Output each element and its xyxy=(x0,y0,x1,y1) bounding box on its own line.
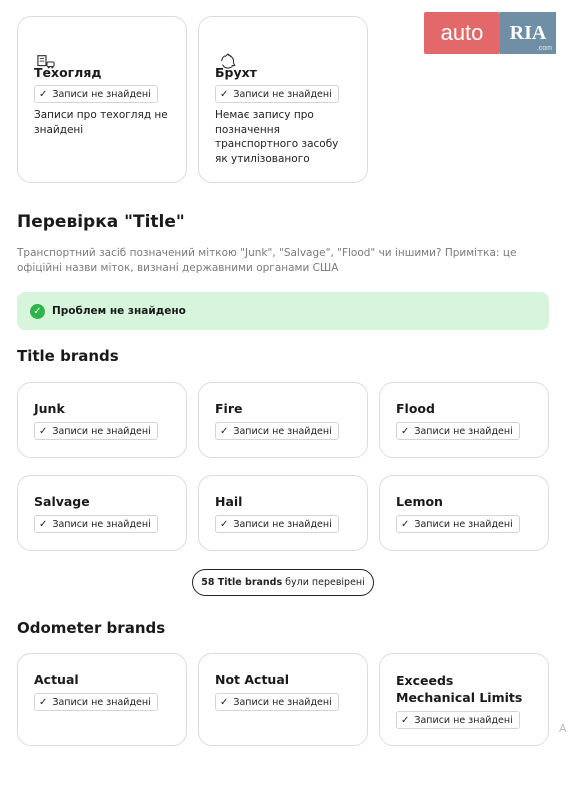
status-badge: ✓ Записи не знайдені xyxy=(215,85,339,103)
check-icon: ✓ xyxy=(220,518,229,530)
check-icon: ✓ xyxy=(401,425,410,437)
logo-ria-text: RIA xyxy=(509,21,547,44)
card-title: Junk xyxy=(34,401,65,416)
check-circle-icon: ✓ xyxy=(30,303,45,319)
status-badge: ✓ Записи не знайдені xyxy=(34,422,158,440)
badge-label: Записи не знайдені xyxy=(414,714,513,726)
status-badge: ✓ Записи не знайдені xyxy=(34,693,158,711)
check-icon: ✓ xyxy=(401,518,410,530)
status-badge: ✓ Записи не знайдені xyxy=(396,515,520,533)
check-icon: ✓ xyxy=(401,714,410,726)
card-description: Записи про техогляд не знайдені xyxy=(34,109,168,136)
inspection-card: Техогляд ✓ Записи не знайдені Записи про… xyxy=(17,16,187,183)
card-title: Not Actual xyxy=(215,672,290,687)
check-icon: ✓ xyxy=(39,518,48,530)
autoria-logo[interactable]: auto RIA .com xyxy=(424,12,556,54)
badge-label: Записи не знайдені xyxy=(52,518,151,530)
card-title: Actual xyxy=(34,672,79,687)
badge-label: Записи не знайдені xyxy=(52,425,151,437)
check-icon: ✓ xyxy=(39,88,48,100)
card-title: Hail xyxy=(215,494,243,509)
card-description: Немає запису про позначення транспортног… xyxy=(215,109,339,165)
scrap-card: Брухт ✓ Записи не знайдені Немає запису … xyxy=(198,16,368,183)
brand-card: Junk ✓ Записи не знайдені xyxy=(17,382,187,458)
status-badge: ✓ Записи не знайдені xyxy=(215,422,339,440)
status-badge: ✓ Записи не знайдені xyxy=(396,422,520,440)
brand-card: Fire ✓ Записи не знайдені xyxy=(198,382,368,458)
title-brands-heading: Title brands xyxy=(17,347,119,365)
status-badge: ✓ Записи не знайдені xyxy=(396,711,520,729)
badge-label: Записи не знайдені xyxy=(52,696,151,708)
brands-checked-button[interactable]: 58 Title brands були перевірені xyxy=(192,569,374,596)
check-icon: ✓ xyxy=(39,425,48,437)
alert-text: Проблем не знайдено xyxy=(52,305,186,317)
badge-label: Записи не знайдені xyxy=(233,518,332,530)
status-badge: ✓ Записи не знайдені xyxy=(215,693,339,711)
brands-checked-label: були перевірені xyxy=(285,577,365,588)
card-title: Salvage xyxy=(34,494,90,509)
brands-count: 58 Title brands xyxy=(201,577,283,588)
card-title: Lemon xyxy=(396,494,443,509)
brand-card: Lemon ✓ Записи не знайдені xyxy=(379,475,549,551)
brand-card: Salvage ✓ Записи не знайдені xyxy=(17,475,187,551)
badge-label: Записи не знайдені xyxy=(233,696,332,708)
check-icon: ✓ xyxy=(220,696,229,708)
badge-label: Записи не знайдені xyxy=(414,425,513,437)
brand-card: Flood ✓ Записи не знайдені xyxy=(379,382,549,458)
logo-auto-part: auto xyxy=(424,12,500,54)
status-badge: ✓ Записи не знайдені xyxy=(34,515,158,533)
odometer-card: Exceeds Mechanical Limits ✓ Записи не зна… xyxy=(379,653,549,746)
card-title: Техогляд xyxy=(34,65,102,80)
odometer-brands-heading: Odometer brands xyxy=(17,619,166,637)
edge-fragment: A xyxy=(559,722,567,735)
section-title: Перевірка "Title" xyxy=(17,212,185,232)
check-icon: ✓ xyxy=(220,425,229,437)
card-title: Exceeds Mechanical Limits xyxy=(396,673,523,705)
status-badge: ✓ Записи не знайдені xyxy=(34,85,158,103)
success-alert: ✓ Проблем не знайдено xyxy=(17,292,549,330)
badge-label: Записи не знайдені xyxy=(414,518,513,530)
status-badge: ✓ Записи не знайдені xyxy=(215,515,339,533)
card-title: Fire xyxy=(215,401,243,416)
check-icon: ✓ xyxy=(39,696,48,708)
logo-domain: .com xyxy=(536,45,552,52)
odometer-card: Actual ✓ Записи не знайдені xyxy=(17,653,187,746)
check-icon: ✓ xyxy=(220,88,229,100)
badge-label: Записи не знайдені xyxy=(233,425,332,437)
logo-ria-part: RIA .com xyxy=(500,12,556,54)
section-subtitle: Транспортний засіб позначений міткою "Ju… xyxy=(17,247,517,274)
card-title: Брухт xyxy=(215,65,257,80)
odometer-card: Not Actual ✓ Записи не знайдені xyxy=(198,653,368,746)
brand-card: Hail ✓ Записи не знайдені xyxy=(198,475,368,551)
badge-label: Записи не знайдені xyxy=(233,88,332,100)
card-title: Flood xyxy=(396,401,435,416)
badge-label: Записи не знайдені xyxy=(52,88,151,100)
